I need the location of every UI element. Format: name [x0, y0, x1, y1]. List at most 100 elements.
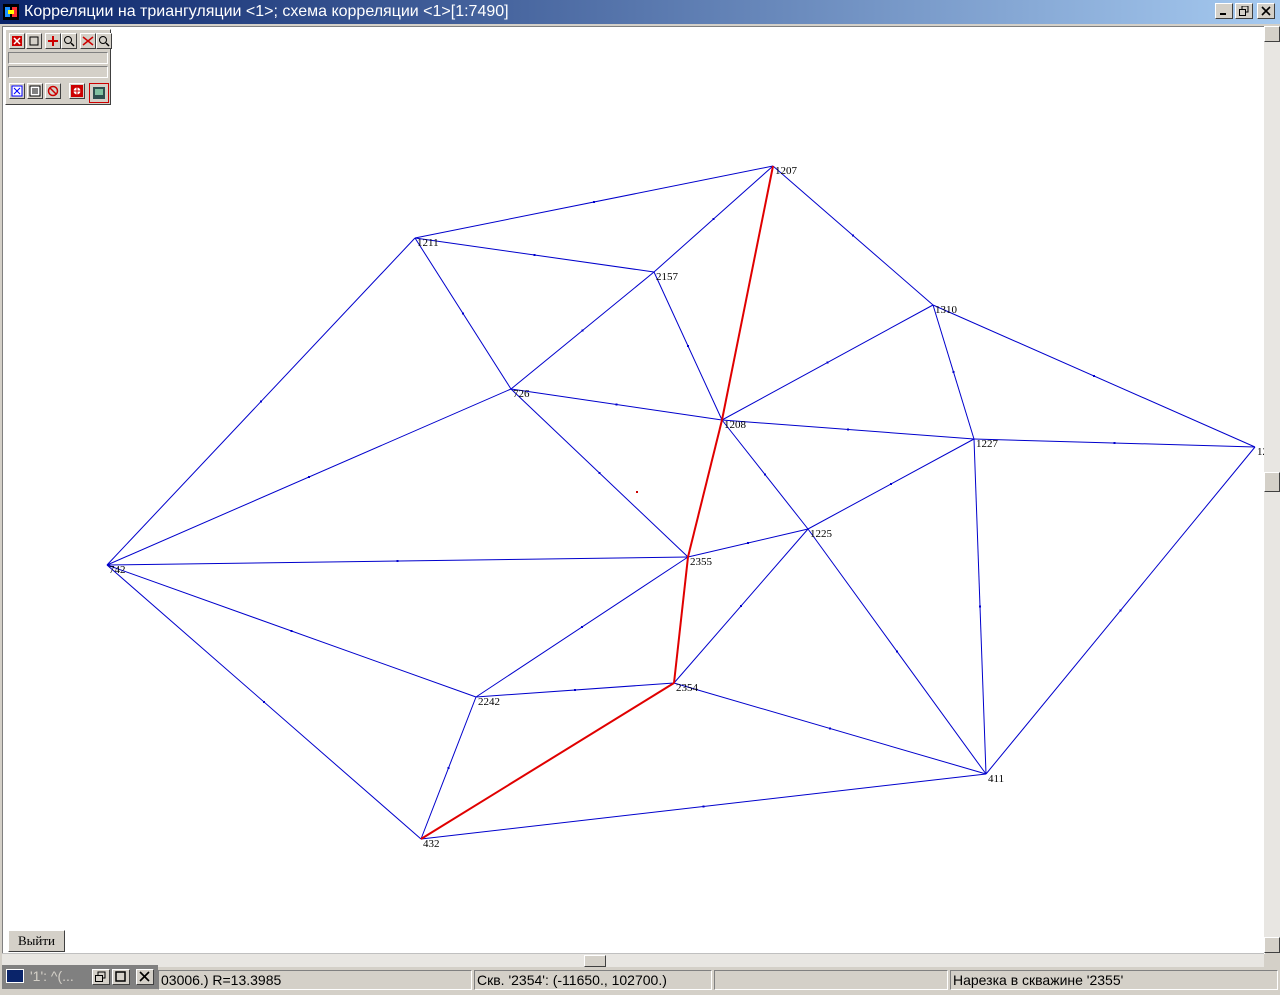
correlation-line-1208-2355[interactable] — [687, 419, 723, 558]
vertical-scroll-thumb[interactable] — [1264, 472, 1280, 492]
well-label-2242[interactable]: 2242 — [478, 696, 500, 708]
status-bar: 03006.) R=13.3985 Скв. '2354': (-11650.,… — [0, 967, 1280, 995]
edge-midpoint-1227-411 — [979, 605, 981, 608]
well-label-1227[interactable]: 1227 — [976, 438, 999, 450]
child-maximize-button[interactable] — [112, 969, 130, 985]
well-label-1310[interactable]: 1310 — [935, 304, 958, 316]
scroll-up-button[interactable] — [1264, 26, 1280, 42]
child-restore-button[interactable] — [92, 969, 110, 985]
edge-midpoint-1310-12 — [1093, 375, 1095, 377]
deselect-button[interactable] — [9, 83, 25, 99]
edge-midpoint-1225-2354 — [740, 605, 742, 607]
scroll-down-button[interactable] — [1264, 937, 1280, 953]
select-tool-button[interactable] — [9, 33, 25, 49]
status-pane-message: Нарезка в скважине '2355' — [950, 970, 1278, 990]
app-icon — [3, 4, 19, 20]
edge-midpoint-1208-1225 — [764, 473, 766, 476]
correlation-line-2355-2354[interactable] — [673, 556, 689, 684]
target-button[interactable] — [69, 83, 85, 99]
window-title: Корреляции на триангуляции <1>; схема ко… — [24, 3, 509, 20]
pan-tool-button[interactable] — [45, 33, 61, 49]
edge-midpoint-1207-1310 — [852, 234, 854, 237]
toolbar-slot-2 — [8, 66, 108, 78]
tool-palette — [5, 29, 112, 105]
edge-midpoint-742-2355 — [396, 560, 399, 562]
edge-midpoint-2354-411 — [829, 727, 831, 730]
edge-midpoint-1211-726 — [462, 312, 464, 315]
well-label-1207[interactable]: 1207 — [775, 165, 798, 177]
exit-button[interactable]: Выйти — [8, 930, 65, 952]
minimized-child-window[interactable]: '1': ^(... — [2, 965, 158, 989]
well-label-2354[interactable]: 2354 — [676, 682, 699, 694]
no-entry-icon — [47, 85, 59, 97]
edge-midpoint-432-411 — [702, 805, 705, 808]
frame-tool-button[interactable] — [26, 33, 42, 49]
edge-midpoint-2157-1208 — [687, 345, 689, 347]
reset-icon — [82, 36, 94, 46]
triangulation-map[interactable]: 1207121121571310726120812271212257422355… — [3, 27, 1265, 954]
pan-arrows-icon — [48, 36, 58, 46]
well-label-742[interactable]: 742 — [109, 564, 126, 576]
edge-midpoint-1207-2157 — [712, 218, 715, 220]
square-icon — [29, 36, 39, 46]
minimized-window-title: '1': ^(... — [30, 968, 74, 984]
well-label-432[interactable]: 432 — [423, 838, 440, 850]
zoom-in-icon — [64, 36, 75, 47]
edge-midpoint-1310-1227 — [952, 371, 955, 373]
well-label-411[interactable]: 411 — [988, 773, 1004, 785]
edge-midpoint-1211-2157 — [533, 254, 536, 256]
zoom-out-icon — [99, 36, 110, 47]
close-button[interactable] — [1257, 3, 1275, 19]
edge-midpoint-1227-1225 — [890, 483, 892, 485]
correlation-line-2354-432[interactable] — [420, 682, 675, 840]
list-icon — [29, 85, 41, 97]
window-icon — [6, 969, 24, 983]
toolbar-slot-1 — [8, 52, 108, 64]
snapshot-button[interactable] — [89, 83, 109, 103]
horizontal-scroll-thumb[interactable] — [584, 955, 606, 967]
cancel-button[interactable] — [45, 83, 61, 99]
minimize-button[interactable] — [1215, 3, 1233, 19]
reset-view-button[interactable] — [80, 33, 96, 49]
cross-tool-icon — [12, 36, 22, 46]
status-pane-radius: 03006.) R=13.3985 — [158, 970, 472, 990]
edge-midpoint-1227-12 — [1113, 442, 1116, 444]
title-bar: Корреляции на триангуляции <1>; схема ко… — [0, 0, 1280, 24]
picture-icon — [93, 87, 105, 99]
status-pane-well-coords: Скв. '2354': (-11650., 102700.) — [474, 970, 712, 990]
x-box-icon — [11, 85, 23, 97]
edge-midpoint-1208-1227 — [847, 428, 849, 431]
edge-midpoint-742-432 — [263, 701, 265, 703]
restore-button[interactable] — [1235, 3, 1253, 19]
well-label-1225[interactable]: 1225 — [810, 528, 833, 540]
edge-midpoint-726-742 — [308, 476, 310, 478]
target-icon — [71, 85, 83, 97]
marker-dot — [636, 491, 638, 493]
edge-midpoint-1211-1207 — [593, 201, 595, 203]
edge-midpoint-2355-1225 — [747, 542, 749, 544]
edge-midpoint-1310-1208 — [826, 361, 829, 364]
zoom-in-button[interactable] — [61, 33, 77, 49]
map-canvas[interactable]: 1207121121571310726120812271212257422355… — [2, 26, 1265, 954]
child-close-button[interactable] — [136, 969, 154, 985]
edge-midpoint-742-2242 — [290, 630, 293, 632]
edge-midpoint-2242-432 — [447, 767, 450, 769]
vertical-scrollbar[interactable] — [1264, 26, 1280, 953]
well-label-2355[interactable]: 2355 — [690, 556, 713, 568]
edge-midpoint-2157-726 — [581, 329, 584, 332]
edge-midpoint-726-1208 — [615, 403, 618, 406]
edge-midpoint-12-411 — [1119, 609, 1122, 612]
edge-midpoint-2242-2354 — [574, 689, 576, 691]
well-label-1208[interactable]: 1208 — [724, 419, 747, 431]
list-button[interactable] — [27, 83, 43, 99]
well-label-1211[interactable]: 1211 — [417, 237, 439, 249]
edge-midpoint-1211-742 — [260, 400, 262, 403]
zoom-out-button[interactable] — [96, 33, 112, 49]
well-label-2157[interactable]: 2157 — [656, 271, 679, 283]
status-pane-empty — [714, 970, 948, 990]
edge-midpoint-726-2355 — [598, 472, 601, 474]
horizontal-scrollbar[interactable] — [2, 953, 1264, 968]
well-label-726[interactable]: 726 — [513, 388, 530, 400]
edge-midpoint-2355-2242 — [581, 626, 583, 628]
edge-midpoint-1225-411 — [896, 650, 898, 653]
